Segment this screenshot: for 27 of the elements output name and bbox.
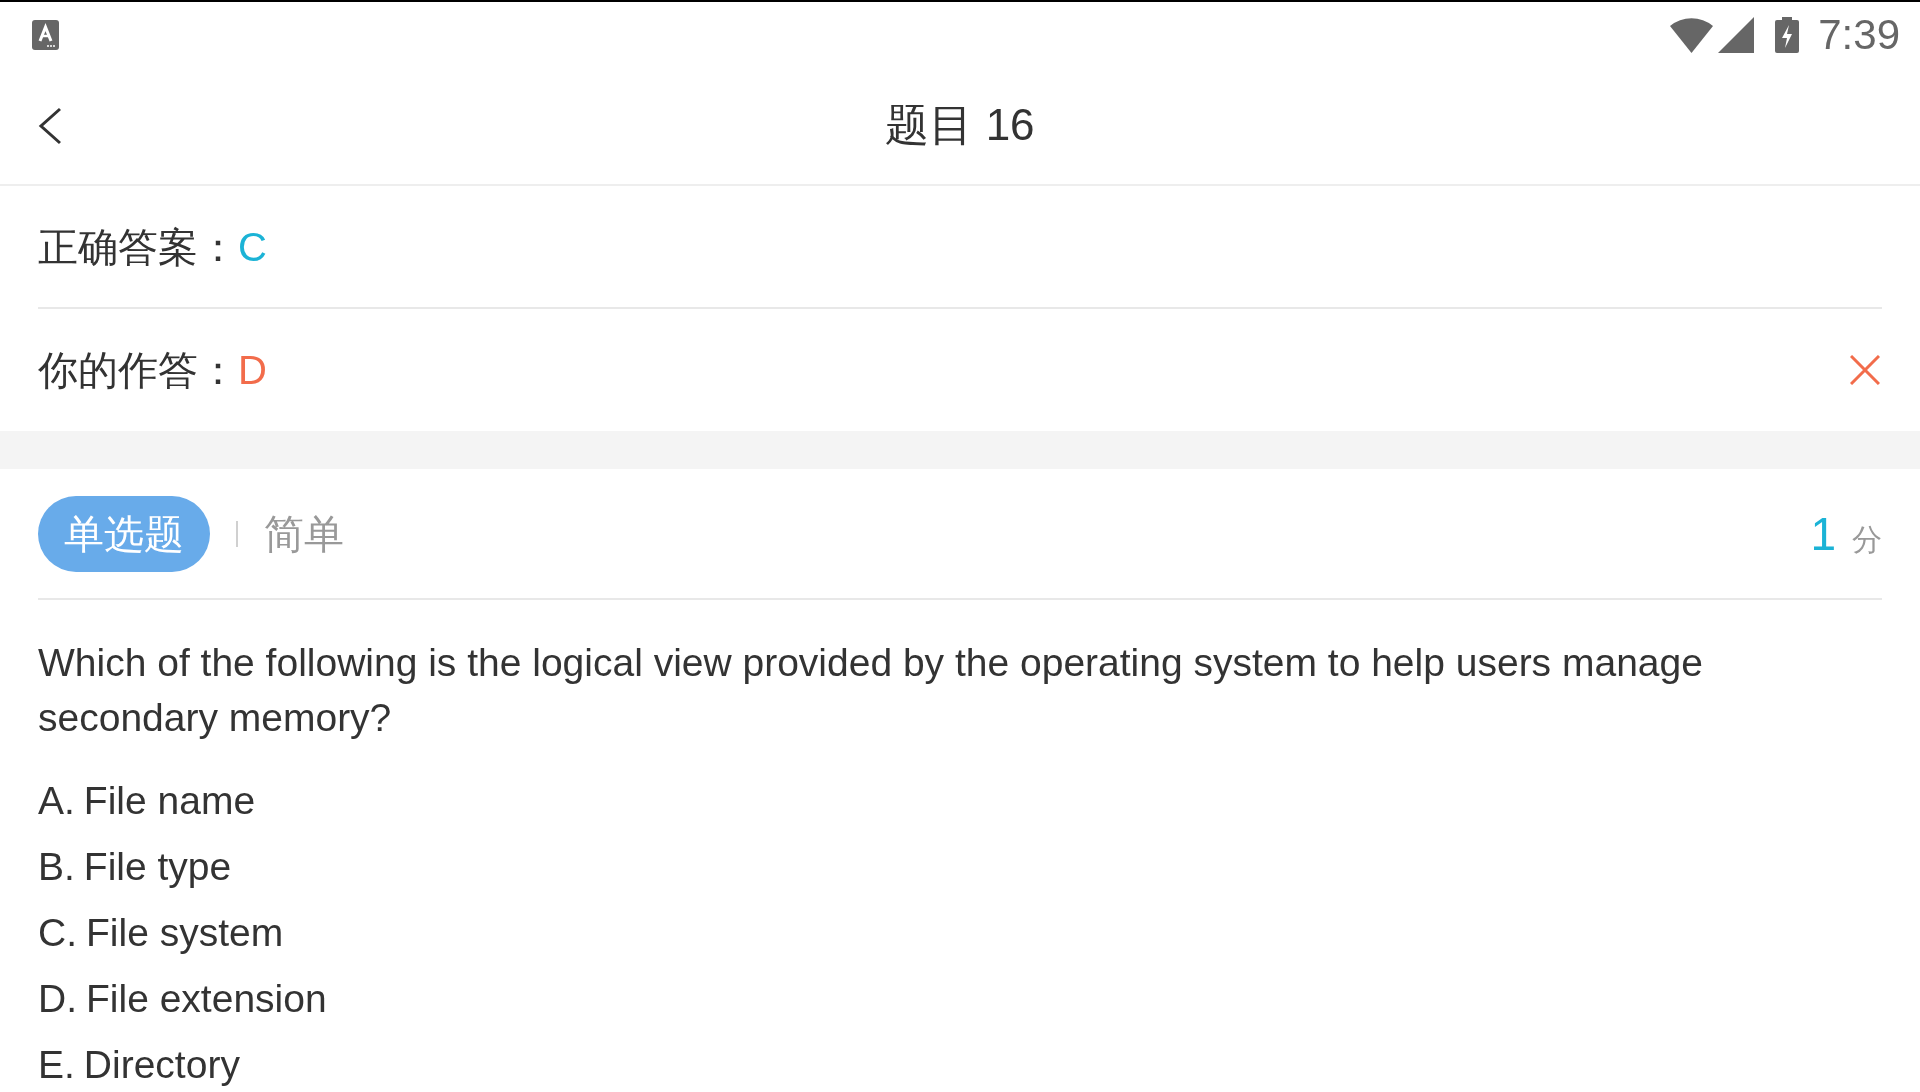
answer-label: 你的作答： xyxy=(38,347,238,394)
option-text: File type xyxy=(83,844,232,890)
option-letter: C. xyxy=(38,910,77,956)
status-time: 7:39 xyxy=(1818,13,1900,56)
wifi-icon xyxy=(1670,16,1714,53)
back-button[interactable] xyxy=(38,106,62,145)
option-text: File extension xyxy=(86,976,327,1022)
answer-label: 正确答案： xyxy=(38,223,238,271)
option-letter: A. xyxy=(38,778,75,824)
battery-icon xyxy=(1775,16,1800,53)
option-text: File system xyxy=(86,910,284,956)
option-letter: B. xyxy=(38,844,75,890)
option-letter: D. xyxy=(38,976,77,1022)
option-text: Directory xyxy=(83,1042,240,1088)
score-unit: 分 xyxy=(1852,524,1882,555)
option-letter: E. xyxy=(38,1042,75,1088)
answer-value: C xyxy=(238,223,267,271)
back-icon xyxy=(38,106,62,145)
question-type-tag: 单选题 xyxy=(38,495,210,572)
option-text: File name xyxy=(83,778,256,824)
difficulty-label: 简单 xyxy=(264,510,344,558)
notification-icon xyxy=(32,19,59,50)
question-text: Which of the following is the logical view provided by the operating system to help users manage secondary memory? xyxy=(38,640,1704,741)
page-title: 题目 16 xyxy=(885,99,1035,152)
score-value: 1 xyxy=(1810,510,1836,557)
answer-value: D xyxy=(238,347,267,394)
signal-icon xyxy=(1718,16,1755,53)
